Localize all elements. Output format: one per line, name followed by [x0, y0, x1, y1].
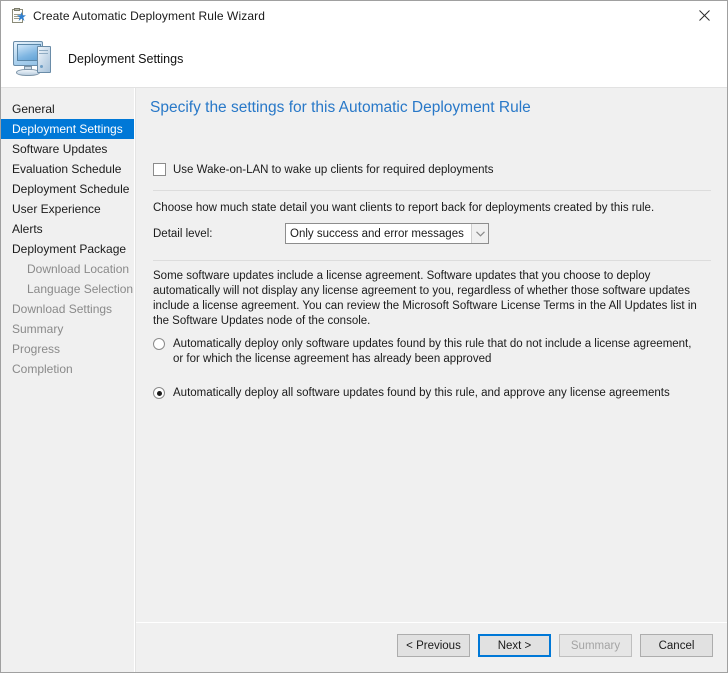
footer-bar: < Previous Next > Summary Cancel	[136, 623, 727, 672]
content-panel: Specify the settings for this Automatic …	[136, 88, 727, 622]
wizard-clipboard-icon	[10, 8, 26, 24]
sidebar-item-alerts[interactable]: Alerts	[1, 219, 134, 239]
detail-level-value: Only success and error messages	[286, 228, 464, 240]
divider-middle	[153, 260, 711, 261]
license-option-2[interactable]: Automatically deploy all software update…	[153, 386, 693, 401]
close-icon[interactable]	[682, 1, 727, 30]
summary-button: Summary	[559, 634, 632, 657]
computer-icon	[12, 38, 58, 80]
detail-level-row: Detail level: Only success and error mes…	[153, 223, 489, 244]
license-option-2-radio[interactable]	[153, 387, 165, 399]
sidebar-item-user-experience[interactable]: User Experience	[1, 199, 134, 219]
license-agreement-paragraph: Some software updates include a license …	[153, 269, 709, 329]
sidebar-item-deployment-schedule[interactable]: Deployment Schedule	[1, 179, 134, 199]
wake-on-lan-checkbox[interactable]	[153, 163, 166, 176]
divider-top	[153, 190, 711, 191]
sidebar-item-evaluation-schedule[interactable]: Evaluation Schedule	[1, 159, 134, 179]
sidebar-item-deployment-settings[interactable]: Deployment Settings	[1, 119, 134, 139]
sidebar-item-language-selection[interactable]: Language Selection	[1, 279, 134, 299]
chevron-down-icon[interactable]	[471, 224, 488, 243]
sidebar-item-general[interactable]: General	[1, 99, 134, 119]
sidebar-item-download-location[interactable]: Download Location	[1, 259, 134, 279]
wizard-header: Deployment Settings	[1, 31, 727, 87]
sidebar-item-deployment-package[interactable]: Deployment Package	[1, 239, 134, 259]
sidebar-item-software-updates[interactable]: Software Updates	[1, 139, 134, 159]
sidebar-item-summary[interactable]: Summary	[1, 319, 134, 339]
detail-level-select[interactable]: Only success and error messages	[285, 223, 489, 244]
header-title: Deployment Settings	[68, 52, 183, 66]
window-title: Create Automatic Deployment Rule Wizard	[33, 9, 265, 23]
page-title: Specify the settings for this Automatic …	[150, 99, 531, 117]
title-bar: Create Automatic Deployment Rule Wizard	[1, 1, 727, 31]
wizard-button-bar: < Previous Next > Summary Cancel	[397, 634, 713, 657]
sidebar-item-progress[interactable]: Progress	[1, 339, 134, 359]
previous-button[interactable]: < Previous	[397, 634, 470, 657]
wizard-window: Create Automatic Deployment Rule Wizard …	[0, 0, 728, 673]
wake-on-lan-label: Use Wake-on-LAN to wake up clients for r…	[173, 164, 493, 176]
license-option-1-radio[interactable]	[153, 338, 165, 350]
detail-level-label: Detail level:	[153, 228, 285, 240]
sidebar-item-download-settings[interactable]: Download Settings	[1, 299, 134, 319]
license-option-2-label: Automatically deploy all software update…	[173, 386, 693, 401]
cancel-button[interactable]: Cancel	[640, 634, 713, 657]
license-option-1-label: Automatically deploy only software updat…	[173, 337, 693, 367]
state-detail-description: Choose how much state detail you want cl…	[153, 202, 654, 214]
next-button[interactable]: Next >	[478, 634, 551, 657]
wake-on-lan-row[interactable]: Use Wake-on-LAN to wake up clients for r…	[153, 163, 493, 176]
sidebar-item-completion[interactable]: Completion	[1, 359, 134, 379]
wizard-steps-sidebar: GeneralDeployment SettingsSoftware Updat…	[1, 88, 134, 672]
license-option-1[interactable]: Automatically deploy only software updat…	[153, 337, 693, 367]
